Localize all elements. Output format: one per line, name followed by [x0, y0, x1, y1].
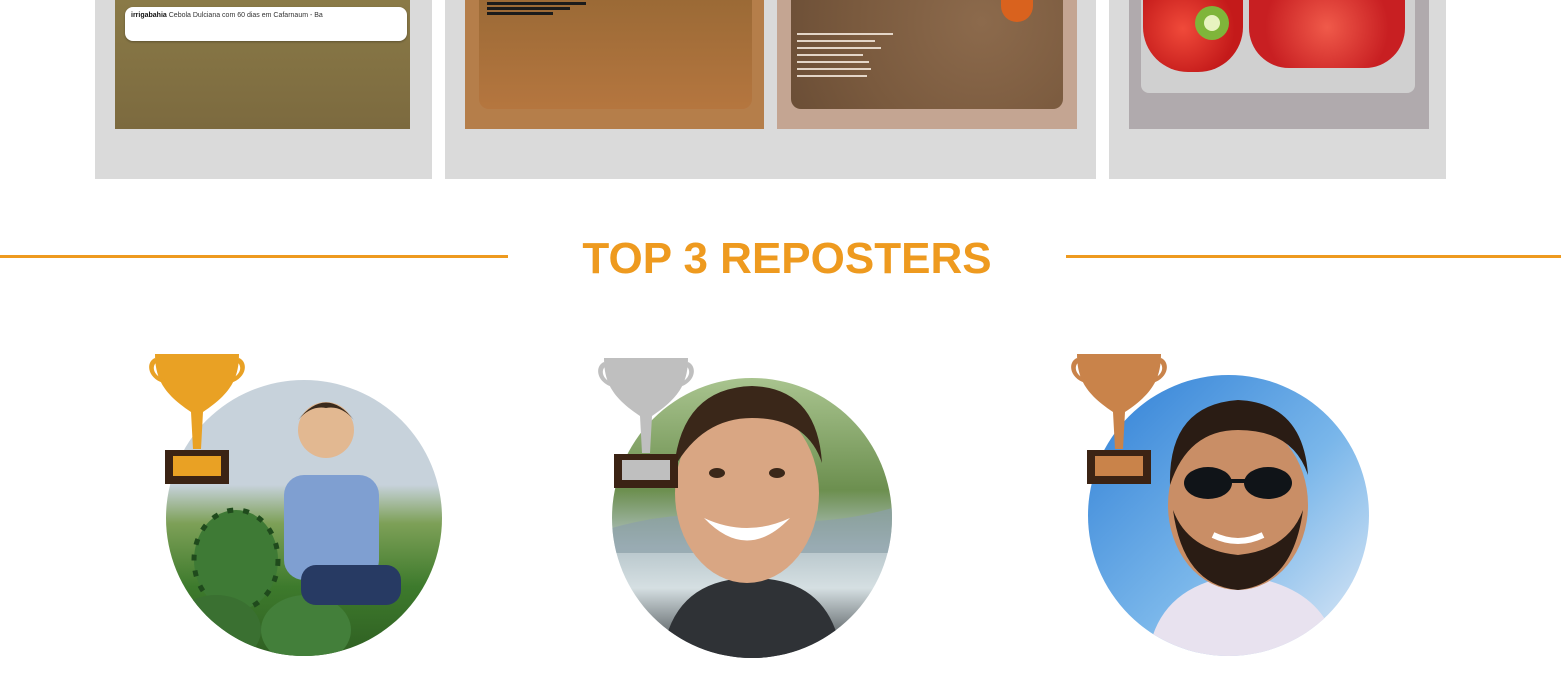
silver-trophy-icon [598, 358, 694, 488]
repost-thumbnail[interactable]: irrigabahia Cebola Dulciana com 60 dias … [115, 0, 410, 129]
repost-card-2[interactable] [445, 0, 1096, 179]
repost-thumbnail[interactable] [465, 0, 764, 129]
post-caption: irrigabahia Cebola Dulciana com 60 dias … [125, 7, 407, 41]
section-divider-right [1066, 255, 1561, 258]
hashtag-stickers [487, 0, 597, 18]
pepper-image [1249, 0, 1405, 68]
repost-thumbnail[interactable] [1129, 0, 1429, 129]
bronze-trophy-icon [1071, 354, 1167, 484]
repost-thumbnail[interactable] [777, 0, 1077, 129]
caption-text: Cebola Dulciana com 60 dias em Cafarnaum… [168, 12, 323, 19]
repost-card-1[interactable]: irrigabahia Cebola Dulciana com 60 dias … [95, 0, 432, 179]
caption-username: irrigabahia [131, 12, 167, 19]
mention-stickers [797, 28, 917, 82]
repost-card-3[interactable] [1109, 0, 1446, 179]
section-title: TOP 3 REPOSTERS [582, 234, 992, 283]
gold-trophy-icon [149, 354, 245, 484]
section-divider-left [0, 255, 508, 258]
